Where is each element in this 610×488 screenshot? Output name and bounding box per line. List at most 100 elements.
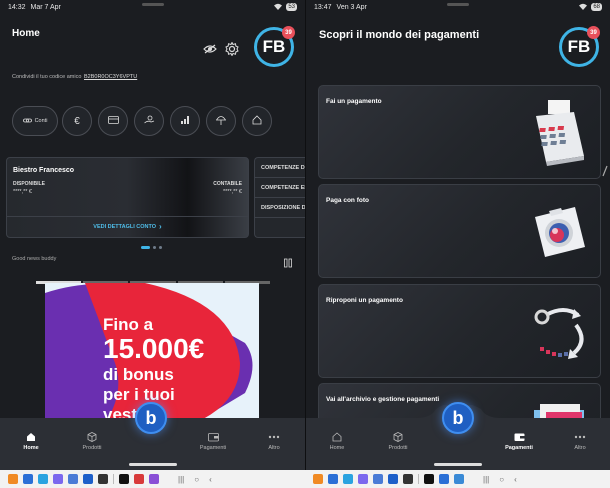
- recent-app-icon[interactable]: [149, 474, 159, 484]
- quick-action-investments[interactable]: [170, 106, 200, 136]
- quick-action-savings[interactable]: [134, 106, 164, 136]
- quick-action-insurance[interactable]: [206, 106, 236, 136]
- b-logo-icon: b: [452, 407, 464, 428]
- avatar-initials: FB: [262, 37, 286, 56]
- recent-apps-icon[interactable]: |||: [483, 475, 489, 484]
- nav-label: Prodotti: [82, 445, 102, 451]
- quick-action-euro[interactable]: €: [62, 106, 92, 136]
- back-button-icon[interactable]: ‹: [209, 475, 212, 484]
- home-screen: 14:32 Mar 7 Apr 53 Home FB 39 Condividi …: [0, 0, 305, 470]
- side-card-row: DISPOSIZIONE DI P: [255, 198, 305, 218]
- pay-with-photo-card[interactable]: Paga con foto: [318, 184, 601, 278]
- recent-app-icon[interactable]: [439, 474, 449, 484]
- scroll-handle-icon[interactable]: [602, 164, 608, 177]
- quick-action-conti[interactable]: Conti: [12, 106, 58, 136]
- chart-icon: [180, 115, 190, 127]
- messages-icon[interactable]: [23, 474, 33, 484]
- card-label: Fai un pagamento: [326, 98, 382, 105]
- recent-app-icon[interactable]: [134, 474, 144, 484]
- hide-balance-icon[interactable]: [201, 40, 219, 58]
- settings-gear-icon[interactable]: [223, 40, 241, 58]
- account-holder-name: Biestro Francesco: [13, 167, 75, 174]
- nav-label: Prodotti: [388, 445, 408, 451]
- wallet-icon: [207, 433, 219, 442]
- pause-icon[interactable]: [279, 254, 297, 272]
- word-icon[interactable]: [388, 474, 398, 484]
- accounting-balance: ****,** €: [223, 189, 242, 195]
- quick-action-card[interactable]: [98, 106, 128, 136]
- gesture-bar[interactable]: [434, 463, 482, 466]
- savings-icon: [143, 115, 155, 127]
- nav-more[interactable]: Altro: [560, 432, 600, 451]
- brave-browser-icon[interactable]: [313, 474, 323, 484]
- wordpress-icon[interactable]: [98, 474, 108, 484]
- wordpress-icon[interactable]: [403, 474, 413, 484]
- avatar[interactable]: FB 39: [559, 26, 600, 67]
- brave-browser-icon[interactable]: [8, 474, 18, 484]
- nav-payments[interactable]: Pagamenti: [499, 432, 539, 451]
- app-dock-left: ||| ○ ‹: [0, 470, 305, 488]
- cube-icon: [87, 432, 97, 442]
- wifi-icon: [579, 3, 588, 12]
- repeat-icon: [534, 308, 584, 359]
- promo-line-1: Fino a: [103, 315, 154, 334]
- nav-products[interactable]: Prodotti: [378, 432, 418, 451]
- recent-app-icon[interactable]: [454, 474, 464, 484]
- b-assistant-button[interactable]: b: [442, 402, 474, 434]
- account-card[interactable]: Biestro Francesco DISPONIBILE ****,** € …: [6, 157, 249, 238]
- notification-badge: 39: [282, 26, 295, 39]
- referral-code-link[interactable]: B2B0R0OC3Y6VPTU: [84, 74, 137, 80]
- quick-action-label: Conti: [34, 118, 48, 124]
- cube-icon: [393, 432, 403, 442]
- b-app-icon[interactable]: [424, 474, 434, 484]
- repeat-payment-card[interactable]: Riproponi un pagamento: [318, 284, 601, 378]
- nav-products[interactable]: Prodotti: [72, 432, 112, 451]
- section-label: Good news buddy: [12, 256, 57, 262]
- app-icon[interactable]: [358, 474, 368, 484]
- app-icon[interactable]: [53, 474, 63, 484]
- home-button-icon[interactable]: ○: [499, 475, 504, 484]
- chevron-right-icon: ›: [159, 222, 162, 231]
- back-button-icon[interactable]: ‹: [514, 475, 517, 484]
- wallet-icon: [514, 433, 524, 441]
- b-logo-icon: b: [145, 407, 157, 428]
- nav-home[interactable]: Home: [11, 432, 51, 451]
- house-icon: [252, 115, 262, 127]
- nav-payments[interactable]: Pagamenti: [193, 432, 233, 451]
- side-card-row: COMPETENZE ENTR: [255, 178, 305, 198]
- status-date: Ven 3 Apr: [336, 3, 367, 11]
- dock-separator: [113, 474, 114, 484]
- word-icon[interactable]: [83, 474, 93, 484]
- card-label: Riproponi un pagamento: [326, 297, 403, 304]
- make-payment-card[interactable]: Fai un pagamento: [318, 85, 601, 179]
- promo-line-4: per i tuoi: [103, 385, 175, 404]
- home-button-icon[interactable]: ○: [194, 475, 199, 484]
- view-account-details-link[interactable]: VEDI DETTAGLI CONTO ›: [7, 222, 248, 231]
- nav-label: Pagamenti: [199, 445, 227, 451]
- recent-apps-icon[interactable]: |||: [178, 475, 184, 484]
- card-label: Vai all'archivio e gestione pagamenti: [326, 396, 440, 403]
- docs-icon[interactable]: [373, 474, 383, 484]
- payments-screen: 13:47 Ven 3 Apr 68 Scopri il mondo dei p…: [305, 0, 610, 470]
- pos-terminal-icon: [536, 100, 584, 166]
- carousel-dot: [153, 246, 156, 249]
- nav-label: Altro: [574, 445, 586, 451]
- battery-level: 68: [593, 4, 600, 10]
- docs-icon[interactable]: [68, 474, 78, 484]
- avatar[interactable]: FB 39: [254, 26, 295, 67]
- more-dots-icon: [574, 435, 586, 439]
- gesture-bar[interactable]: [128, 463, 177, 466]
- b-assistant-button[interactable]: b: [135, 402, 167, 434]
- telegram-icon[interactable]: [38, 474, 48, 484]
- status-time: 14:32: [8, 3, 26, 11]
- messages-icon[interactable]: [328, 474, 338, 484]
- referral-label: Condividi il tuo codice amico: [12, 74, 82, 80]
- secondary-card[interactable]: COMPETENZE DATE COMPETENZE ENTR DISPOSIZ…: [254, 157, 305, 238]
- nav-home[interactable]: Home: [317, 432, 357, 451]
- telegram-icon[interactable]: [343, 474, 353, 484]
- b-app-icon[interactable]: [119, 474, 129, 484]
- quick-action-mortgage[interactable]: [242, 106, 272, 136]
- card-divider: [7, 216, 248, 217]
- link-icon: [22, 116, 32, 127]
- nav-more[interactable]: Altro: [254, 432, 294, 451]
